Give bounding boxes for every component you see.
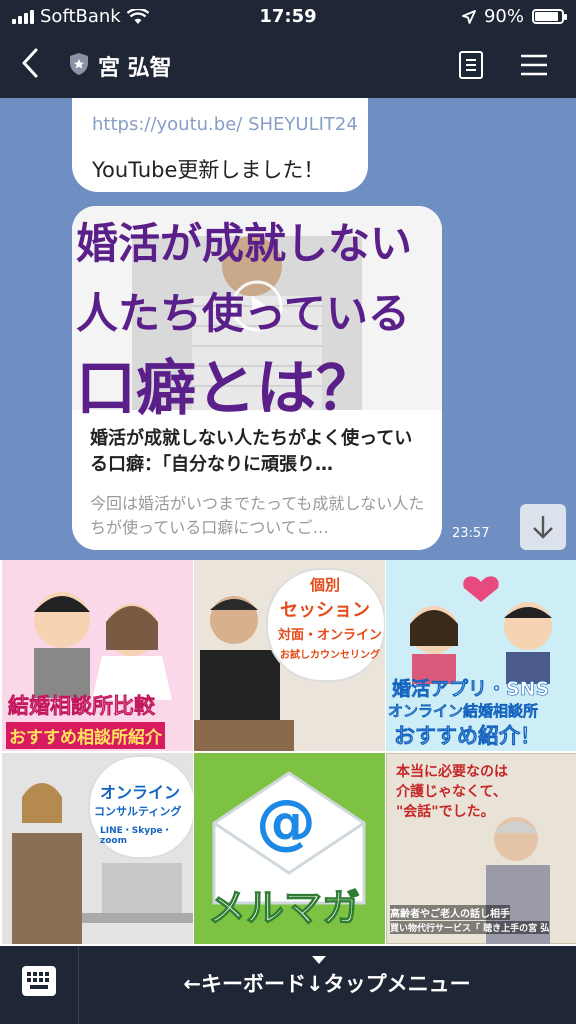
video-thumbnail[interactable]: 婚活が成就しない 人たち使っている 口癖とは？ (72, 206, 442, 424)
menu-collapse-caret-icon[interactable] (312, 956, 326, 964)
hamburger-menu-icon[interactable] (520, 52, 548, 78)
bottom-bar: ←キーボード↓タップメニュー (0, 946, 576, 1024)
message-bubble[interactable]: https://youtu.be/ SHEYULIT24 YouTube更新しま… (72, 98, 368, 192)
tile-4-line-3: LINE・Skype・zoom (100, 826, 172, 846)
tile-6-line-3: "会話"でした。 (396, 804, 495, 820)
tile-6-line-1: 本当に必要なのは (396, 764, 508, 780)
back-arrow-icon[interactable] (14, 46, 48, 80)
status-bar: SoftBank 17:59 90% (0, 0, 576, 32)
thumbnail-line-1: 婚活が成就しない (76, 219, 413, 268)
tile-5-label: メルマガ (207, 885, 361, 930)
keyboard-icon (22, 966, 56, 996)
tile-4-line-2: コンサルティング (94, 805, 182, 818)
rich-menu-tile-online-consulting[interactable]: オンライン コンサルティング LINE・Skype・zoom (2, 753, 193, 944)
rich-menu-tile-private-session[interactable]: 個別 セッション 対面・オンライン お試しカウンセリング (194, 560, 385, 751)
message-link[interactable]: https://youtu.be/ SHEYULIT24 (92, 114, 358, 135)
scroll-to-bottom-button[interactable] (520, 504, 566, 550)
tile-1-line-2: おすすめ相談所紹介 (6, 722, 165, 749)
card-title: 婚活が成就しない人たちがよく使っている口癖：「自分なりに頑張り… (90, 428, 413, 475)
chat-title: 宮 弘智 (98, 56, 172, 81)
link-preview-card[interactable]: 婚活が成就しない 人たち使っている 口癖とは？ 婚活が成就しない人たちがよく使っ… (72, 206, 442, 550)
arrow-down-icon (533, 516, 553, 539)
tile-1-line-1: 結婚相談所比較 (8, 694, 156, 719)
notes-icon[interactable] (458, 50, 484, 80)
tile-3-line-2: オンライン結婚相談所 (388, 702, 539, 721)
message-timestamp: 23:57 (452, 526, 490, 541)
chat-area[interactable]: https://youtu.be/ SHEYULIT24 YouTube更新しま… (0, 98, 576, 560)
tile-6-line-2: 介護じゃなくて、 (396, 784, 507, 800)
chat-header: 宮 弘智 (0, 32, 576, 98)
rich-menu: 結婚相談所比較 おすすめ相談所紹介 個別 セッション 対面・オンライン お試しカ… (0, 560, 576, 946)
rich-menu-tile-dating-apps[interactable]: 婚活アプリ・SNS オンライン結婚相談所 おすすめ紹介！ (386, 560, 576, 751)
tile-3-line-3: おすすめ紹介！ (394, 724, 542, 749)
rich-menu-tile-listening-service[interactable]: 本当に必要なのは 介護じゃなくて、 "会話"でした。 高齢者やご老人の話し相手 … (386, 753, 576, 944)
tile-2-line-2: セッション (280, 600, 370, 621)
battery-icon (532, 9, 567, 24)
status-right: 90% (462, 6, 567, 27)
tile-2-line-1: 個別 (310, 576, 341, 594)
rich-menu-bar-label[interactable]: ←キーボード↓タップメニュー (78, 968, 576, 998)
rich-menu-tile-mail-magazine[interactable]: @ メルマガ (194, 753, 385, 944)
tile-6-line-5: 買い物代行サービス「 聴き上手の宮 弘 (390, 921, 550, 934)
tile-3-line-1: 婚活アプリ・SNS (392, 678, 550, 701)
shield-star-icon (70, 53, 88, 75)
rich-menu-tile-marriage-agency[interactable]: 結婚相談所比較 おすすめ相談所紹介 (2, 560, 193, 751)
tile-4-line-1: オンライン (100, 783, 181, 802)
tile-2-line-3: 対面・オンライン (278, 628, 383, 643)
battery-percent: 90% (483, 6, 524, 27)
message-text: YouTube更新しました！ (92, 158, 325, 182)
tile-2-line-4: お試しカウンセリング (280, 650, 380, 661)
keyboard-toggle-button[interactable] (0, 946, 79, 1024)
thumbnail-line-2: 人たち使っている (76, 289, 410, 338)
card-description: 今回は婚活がいつまでたっても成就しない人たちが使っている口癖についてご… (90, 494, 425, 537)
at-sign-icon: @ (256, 787, 316, 857)
tile-6-line-4: 高齢者やご老人の話し相手 (390, 905, 510, 920)
location-icon (462, 9, 476, 24)
thumbnail-line-3: 口癖とは？ (76, 354, 376, 424)
